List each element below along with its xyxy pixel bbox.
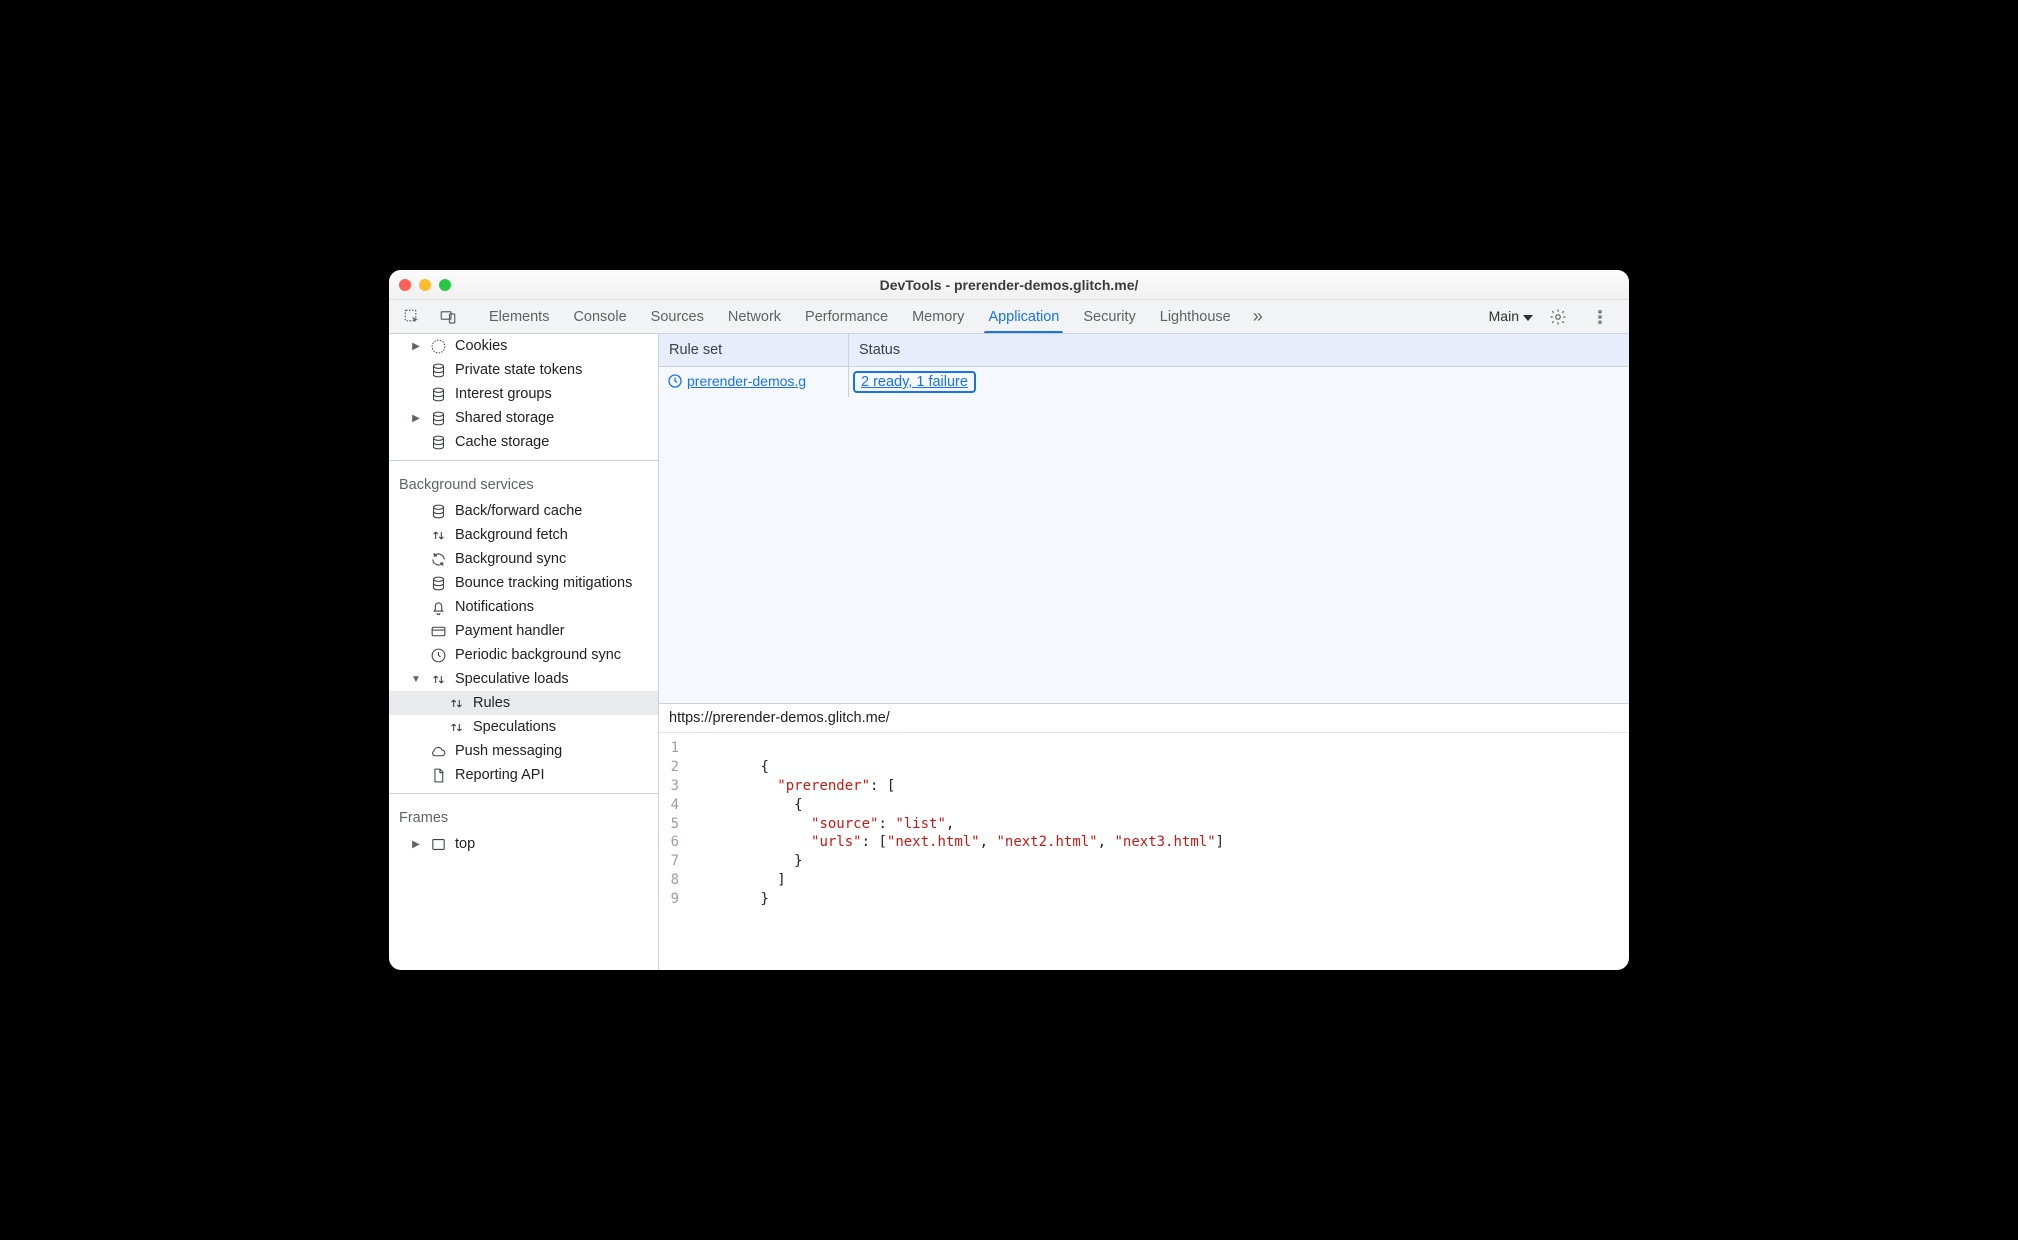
sidebar-item-payment-handler[interactable]: Payment handler bbox=[389, 619, 658, 643]
tab-memory[interactable]: Memory bbox=[900, 300, 976, 333]
frames-header: Frames bbox=[389, 800, 658, 832]
zoom-window-button[interactable] bbox=[439, 279, 451, 291]
sidebar-item-cookies[interactable]: Cookies bbox=[389, 334, 658, 358]
db-icon bbox=[429, 433, 447, 451]
close-window-button[interactable] bbox=[399, 279, 411, 291]
sidebar-item-interest-groups[interactable]: Interest groups bbox=[389, 382, 658, 406]
sync-icon bbox=[429, 550, 447, 568]
sidebar-item-cache-storage[interactable]: Cache storage bbox=[389, 430, 658, 454]
sidebar-item-label: Bounce tracking mitigations bbox=[455, 575, 632, 591]
sidebar-item-notifications[interactable]: Notifications bbox=[389, 595, 658, 619]
titlebar: DevTools - prerender-demos.glitch.me/ bbox=[389, 270, 1629, 300]
col-status[interactable]: Status bbox=[849, 334, 1629, 366]
sidebar-item-label: Reporting API bbox=[455, 767, 544, 783]
sidebar-item-shared-storage[interactable]: Shared storage bbox=[389, 406, 658, 430]
col-ruleset[interactable]: Rule set bbox=[659, 334, 849, 366]
settings-gear-icon[interactable] bbox=[1541, 308, 1575, 326]
main-panel: Rule set Status prerender-demos.g 2 read… bbox=[659, 334, 1629, 970]
tab-application[interactable]: Application bbox=[976, 300, 1071, 333]
sidebar-item-label: Payment handler bbox=[455, 623, 565, 639]
cookie-icon bbox=[429, 337, 447, 355]
sidebar-item-label: Push messaging bbox=[455, 743, 562, 759]
sidebar-item-label: Shared storage bbox=[455, 410, 554, 426]
updown-icon bbox=[429, 526, 447, 544]
ruleset-row[interactable]: prerender-demos.g 2 ready, 1 failure bbox=[659, 367, 1629, 397]
tab-network[interactable]: Network bbox=[716, 300, 793, 333]
clock-icon bbox=[667, 373, 683, 389]
sidebar-item-label: Background sync bbox=[455, 551, 566, 567]
db-icon bbox=[429, 574, 447, 592]
inspect-element-icon[interactable] bbox=[395, 300, 429, 333]
sidebar-item-label: Interest groups bbox=[455, 386, 552, 402]
ruleset-status-link[interactable]: 2 ready, 1 failure bbox=[853, 371, 976, 393]
frame-icon bbox=[429, 835, 447, 853]
sidebar-item-label: Cache storage bbox=[455, 434, 549, 450]
sidebar-item-label: Speculative loads bbox=[455, 671, 569, 687]
clock-icon bbox=[429, 646, 447, 664]
ruleset-grid-header: Rule set Status bbox=[659, 334, 1629, 367]
sidebar-item-label: top bbox=[455, 836, 475, 852]
sidebar-item-bounce-tracking-mitigations[interactable]: Bounce tracking mitigations bbox=[389, 571, 658, 595]
file-icon bbox=[429, 766, 447, 784]
tab-security[interactable]: Security bbox=[1071, 300, 1147, 333]
traffic-lights bbox=[399, 279, 451, 291]
db-icon bbox=[429, 409, 447, 427]
sidebar-item-back-forward-cache[interactable]: Back/forward cache bbox=[389, 499, 658, 523]
sidebar-item-reporting-api[interactable]: Reporting API bbox=[389, 763, 658, 787]
sidebar-item-label: Private state tokens bbox=[455, 362, 582, 378]
device-toolbar-icon[interactable] bbox=[431, 300, 465, 333]
sidebar-item-periodic-background-sync[interactable]: Periodic background sync bbox=[389, 643, 658, 667]
bg-services-header: Background services bbox=[389, 467, 658, 499]
bell-icon bbox=[429, 598, 447, 616]
sidebar-item-label: Periodic background sync bbox=[455, 647, 621, 663]
ruleset-link[interactable]: prerender-demos.g bbox=[687, 373, 806, 389]
sidebar-item-label: Notifications bbox=[455, 599, 534, 615]
sidebar-item-label: Cookies bbox=[455, 338, 507, 354]
db-icon bbox=[429, 385, 447, 403]
minimize-window-button[interactable] bbox=[419, 279, 431, 291]
source-url: https://prerender-demos.glitch.me/ bbox=[659, 704, 1629, 733]
tab-console[interactable]: Console bbox=[561, 300, 638, 333]
sidebar-item-private-state-tokens[interactable]: Private state tokens bbox=[389, 358, 658, 382]
updown-icon bbox=[447, 694, 465, 712]
sidebar-item-push-messaging[interactable]: Push messaging bbox=[389, 739, 658, 763]
tab-lighthouse[interactable]: Lighthouse bbox=[1148, 300, 1243, 333]
updown-icon bbox=[429, 670, 447, 688]
tab-performance[interactable]: Performance bbox=[793, 300, 900, 333]
sidebar-item-speculative-loads[interactable]: Speculative loads bbox=[389, 667, 658, 691]
sidebar-item-rules[interactable]: Rules bbox=[389, 691, 658, 715]
tab-elements[interactable]: Elements bbox=[477, 300, 561, 333]
window-title: DevTools - prerender-demos.glitch.me/ bbox=[389, 277, 1629, 293]
sidebar-item-label: Speculations bbox=[473, 719, 556, 735]
sidebar-item-background-sync[interactable]: Background sync bbox=[389, 547, 658, 571]
devtools-window: DevTools - prerender-demos.glitch.me/ El… bbox=[389, 270, 1629, 970]
target-selector[interactable]: Main bbox=[1489, 308, 1533, 325]
card-icon bbox=[429, 622, 447, 640]
more-tabs-icon[interactable]: » bbox=[1245, 300, 1271, 333]
cloud-icon bbox=[429, 742, 447, 760]
updown-icon bbox=[447, 718, 465, 736]
db-icon bbox=[429, 502, 447, 520]
sidebar-item-label: Rules bbox=[473, 695, 510, 711]
kebab-menu-icon[interactable] bbox=[1583, 308, 1617, 326]
sidebar-item-background-fetch[interactable]: Background fetch bbox=[389, 523, 658, 547]
sidebar-item-label: Back/forward cache bbox=[455, 503, 582, 519]
sidebar-item-top[interactable]: top bbox=[389, 832, 658, 856]
application-sidebar: Cookies Private state tokens Interest grou… bbox=[389, 334, 659, 970]
tab-sources[interactable]: Sources bbox=[639, 300, 716, 333]
chevron-down-icon bbox=[1523, 315, 1533, 321]
db-icon bbox=[429, 361, 447, 379]
main-toolbar: ElementsConsoleSourcesNetworkPerformance… bbox=[389, 300, 1629, 334]
source-code[interactable]: 1 2 {3 "prerender": [4 {5 "source": "lis… bbox=[659, 733, 1629, 915]
sidebar-item-label: Background fetch bbox=[455, 527, 568, 543]
sidebar-item-speculations[interactable]: Speculations bbox=[389, 715, 658, 739]
